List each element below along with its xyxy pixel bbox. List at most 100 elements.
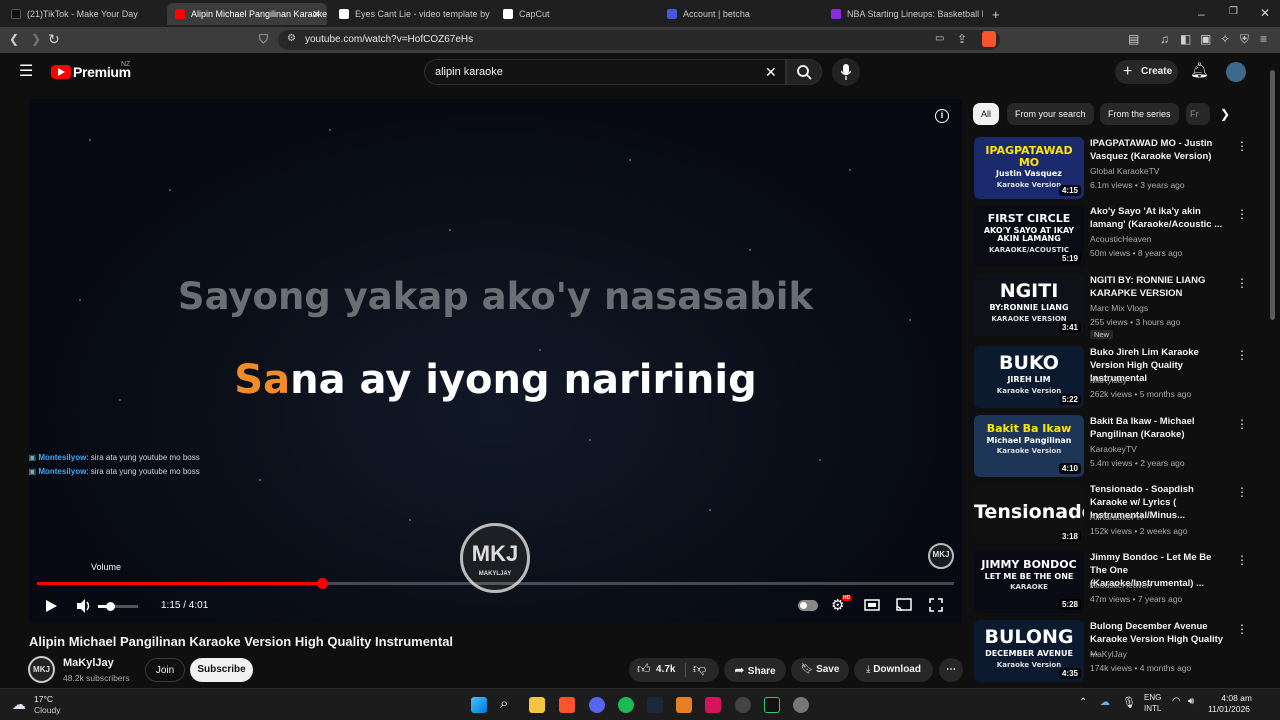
avatar[interactable]: [1226, 62, 1246, 82]
reader-icon[interactable]: ▤: [1128, 33, 1139, 45]
terminal-icon[interactable]: [764, 697, 780, 713]
tab-youtube-active[interactable]: Alipin Michael Pangilinan Karaoke ✕: [167, 3, 327, 25]
settings-icon[interactable]: [793, 697, 809, 713]
chip-from-the-series[interactable]: From the series: [1100, 103, 1179, 125]
video-thumbnail[interactable]: FIRST CIRCLE AKO'Y SAYO AT IKAY AKIN LAMA…: [974, 205, 1084, 267]
volume-icon[interactable]: [76, 598, 92, 614]
cast-icon[interactable]: ▭: [935, 34, 944, 44]
channel-branding-icon[interactable]: MKJ: [928, 543, 954, 569]
clear-search-icon[interactable]: ✕: [765, 60, 777, 84]
autoplay-toggle[interactable]: [798, 600, 818, 611]
file-explorer-icon[interactable]: [529, 697, 545, 713]
restore-icon[interactable]: ❐: [1229, 7, 1238, 17]
menu-icon[interactable]: ≡: [1260, 33, 1267, 45]
recommendation-title[interactable]: Ako'y Sayo 'At ika'y akin lamang' (Karao…: [1090, 205, 1230, 231]
spotify-icon[interactable]: [618, 697, 634, 713]
progress-scrubber[interactable]: [317, 578, 329, 589]
page-scrollbar[interactable]: [1270, 70, 1275, 320]
bookmark-icon[interactable]: ⛉: [259, 33, 268, 45]
tab-betcha[interactable]: Account | betcha: [659, 3, 819, 25]
back-icon[interactable]: ❮: [9, 33, 19, 45]
create-button[interactable]: + Create: [1115, 60, 1178, 84]
steam-icon[interactable]: [647, 697, 663, 713]
recommendation-item[interactable]: FIRST CIRCLE AKO'Y SAYO AT IKAY AKIN LAMA…: [974, 205, 1264, 269]
video-thumbnail[interactable]: Tensionado 3:18: [974, 483, 1084, 545]
recommendation-title[interactable]: IPAGPATAWAD MO - Justin Vasquez (Karaoke…: [1090, 137, 1230, 163]
thumbs-down-icon[interactable]: 👎︎: [693, 657, 706, 681]
vpn-icon[interactable]: ⛨: [1240, 33, 1249, 45]
close-tab-icon[interactable]: ✕: [312, 8, 321, 21]
recommendation-title[interactable]: Bakit Ba Ikaw - Michael Pangilinan (Kara…: [1090, 415, 1230, 441]
chip-from-your-search[interactable]: From your search: [1007, 103, 1094, 125]
video-thumbnail[interactable]: IPAGPATAWAD MO Justin Vasquez Karaoke Vers…: [974, 137, 1084, 199]
new-tab-button[interactable]: +: [992, 8, 1000, 21]
tray-overflow-icon[interactable]: ⌃: [1079, 697, 1087, 708]
progress-bar[interactable]: [37, 578, 954, 589]
tab-capcut[interactable]: CapCut: [495, 3, 655, 25]
wallet-icon[interactable]: ▣: [1200, 33, 1211, 45]
search-button[interactable]: [786, 59, 822, 85]
chip-more[interactable]: Fr: [1186, 103, 1210, 125]
reload-icon[interactable]: ↻: [48, 32, 60, 46]
channel-avatar[interactable]: MKJ: [28, 656, 55, 683]
subscribe-button[interactable]: Subscribe: [190, 658, 253, 682]
more-options-icon[interactable]: ⋮: [1236, 417, 1248, 431]
video-thumbnail[interactable]: BULONG DECEMBER AVENUE Karaoke Version 4:35: [974, 620, 1084, 682]
like-count[interactable]: 4.7k: [656, 658, 675, 682]
hamburger-menu-icon[interactable]: ☰: [19, 64, 33, 80]
more-actions-button[interactable]: ⋯: [939, 658, 963, 682]
tray-onedrive-icon[interactable]: ☁: [1100, 697, 1110, 708]
tray-mic-icon[interactable]: 🎙︎: [1122, 696, 1136, 709]
brave-shield-icon[interactable]: [982, 31, 996, 47]
voice-search-button[interactable]: [832, 58, 860, 86]
video-thumbnail[interactable]: Bakit Ba Ikaw Michael Pangilinan Karaoke V…: [974, 415, 1084, 477]
video-player[interactable]: i Sayong yakap ako'y nasasabik Sana ay i…: [29, 99, 962, 623]
recommendation-item[interactable]: IPAGPATAWAD MO Justin Vasquez Karaoke Vers…: [974, 137, 1264, 201]
app-icon[interactable]: [676, 697, 692, 713]
chips-next-chevron-icon[interactable]: ❯: [1220, 108, 1230, 120]
tab-capcut-template[interactable]: Eyes Cant Lie - video template by Cap: [331, 3, 491, 25]
recommendation-item[interactable]: BUKO JIREH LIM Karaoke Version 5:22 Buko Jir…: [974, 346, 1264, 410]
music-icon[interactable]: ♫: [1160, 33, 1169, 45]
play-icon[interactable]: [44, 599, 58, 613]
close-window-icon[interactable]: ✕: [1260, 7, 1270, 19]
join-button[interactable]: Join: [145, 658, 185, 682]
recommendation-channel[interactable]: Global KaraokeTV: [1090, 166, 1159, 176]
recommendation-item[interactable]: BULONG DECEMBER AVENUE Karaoke Version 4:35…: [974, 620, 1264, 684]
video-thumbnail[interactable]: NGITI BY:RONNIE LIANG KARAOKE VERSION 3:41: [974, 274, 1084, 336]
thumbs-up-icon[interactable]: 👍︎: [637, 657, 651, 681]
recommendation-channel[interactable]: KaraokeyTV: [1090, 444, 1137, 454]
search-input[interactable]: alipin karaoke ✕: [424, 59, 786, 85]
info-icon[interactable]: i: [935, 109, 949, 123]
recommendation-item[interactable]: Tensionado 3:18 Tensionado - Soapdish Kara…: [974, 483, 1264, 547]
tab-nba[interactable]: NBA Starting Lineups: Basketball Dai: [823, 3, 983, 25]
input-language[interactable]: ENG: [1144, 693, 1161, 702]
share-page-icon[interactable]: ⇪: [957, 33, 967, 45]
recommendation-item[interactable]: NGITI BY:RONNIE LIANG KARAOKE VERSION 3:41 N…: [974, 274, 1264, 339]
more-options-icon[interactable]: ⋮: [1236, 553, 1248, 567]
recommendation-channel[interactable]: AcousticHeaven: [1090, 580, 1151, 590]
recommendation-channel[interactable]: AllKaraokePH: [1090, 512, 1143, 522]
sidebar-icon[interactable]: ◧: [1180, 33, 1191, 45]
clock-time[interactable]: 4:08 am: [1220, 693, 1252, 703]
more-options-icon[interactable]: ⋮: [1236, 348, 1248, 362]
more-options-icon[interactable]: ⋮: [1236, 139, 1248, 153]
volume-knob[interactable]: [106, 602, 115, 611]
app-icon[interactable]: [705, 697, 721, 713]
wifi-icon[interactable]: ◠: [1172, 696, 1181, 707]
taskbar-search-icon[interactable]: ⌕: [500, 695, 508, 712]
url-field[interactable]: ⚙ youtube.com/watch?v=HofCOZ67eHs: [278, 30, 1000, 50]
clock-date[interactable]: 11/01/2026: [1208, 704, 1250, 714]
forward-icon[interactable]: ❯: [31, 33, 41, 45]
recommendation-channel[interactable]: MaKylJay: [1090, 649, 1127, 659]
share-button[interactable]: ➦ Share: [724, 658, 786, 682]
cast-icon[interactable]: [896, 598, 912, 612]
tab-tiktok[interactable]: (21)TikTok - Make Your Day: [3, 3, 165, 25]
channel-name[interactable]: MaKylJay: [63, 657, 114, 669]
brave-browser-icon[interactable]: [559, 697, 575, 713]
speaker-icon[interactable]: 🔊︎: [1188, 696, 1194, 707]
leo-ai-icon[interactable]: ✧: [1220, 33, 1230, 45]
recommendation-channel[interactable]: AcousticHeaven: [1090, 234, 1151, 244]
more-options-icon[interactable]: ⋮: [1236, 622, 1248, 636]
save-button[interactable]: 🔖︎ Save: [791, 658, 849, 682]
